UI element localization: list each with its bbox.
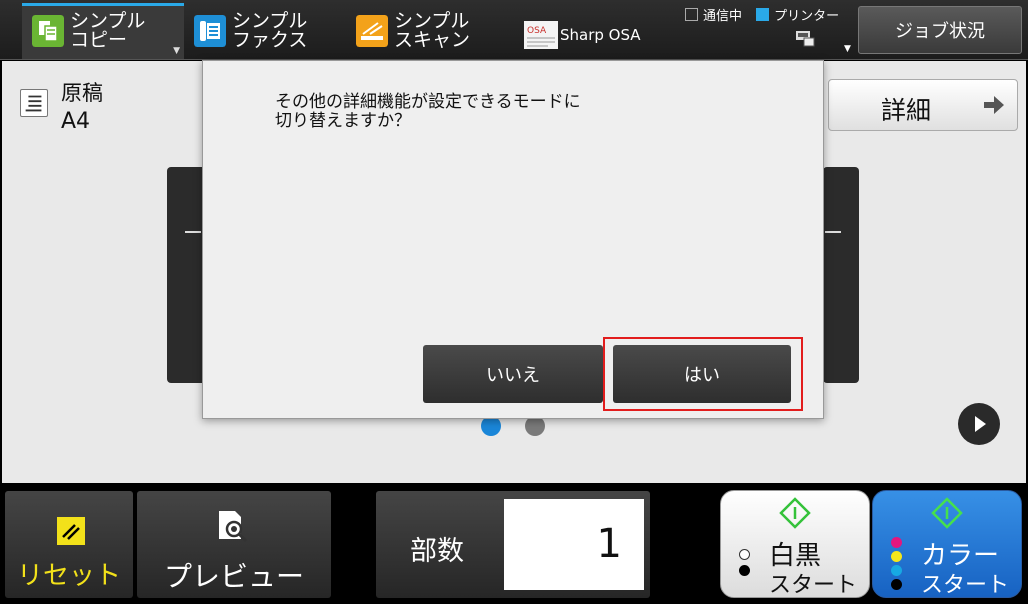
communicating-status: 通信中	[685, 5, 742, 24]
tab-simple-copy-label: シンプル コピー	[70, 10, 146, 51]
communicating-label: 通信中	[703, 9, 743, 24]
tab-simple-scan[interactable]: シンプル スキャン	[346, 3, 508, 59]
copy-icon	[32, 15, 64, 47]
reset-button[interactable]: リセット	[5, 491, 133, 598]
original-size: A4	[61, 109, 91, 134]
color-start-button[interactable]: カラー スタート	[872, 490, 1022, 598]
copies-value: 1	[596, 521, 622, 567]
original-icon[interactable]	[20, 89, 48, 117]
page-dot-active[interactable]	[481, 416, 501, 436]
reset-icon	[57, 517, 85, 545]
color-start-sub: スタート	[921, 573, 1010, 598]
chevron-down-icon[interactable]: ▼	[844, 44, 851, 54]
start-icon	[779, 497, 811, 529]
minus-icon	[825, 231, 841, 233]
copies-control: 部数 1	[376, 491, 650, 598]
start-icon	[931, 497, 963, 529]
status-indicator-on	[756, 8, 770, 21]
confirm-dialog: その他の詳細機能が設定できるモードに 切り替えますか？ いいえ はい	[202, 60, 824, 419]
printer-queue-icon[interactable]	[794, 28, 816, 48]
tab-simple-scan-label: シンプル スキャン	[394, 10, 471, 51]
scan-icon	[356, 15, 388, 47]
tab-simple-fax-label: シンプル ファクス	[232, 10, 308, 51]
bw-start-sub: スタート	[769, 573, 858, 598]
tab-simple-fax[interactable]: シンプル ファクス	[184, 3, 346, 59]
minus-icon	[185, 231, 201, 233]
cyan-dot	[891, 565, 902, 576]
next-page-button[interactable]	[958, 403, 1000, 445]
magenta-dot	[891, 537, 902, 548]
play-icon	[975, 416, 986, 432]
tab-sharp-osa-label: Sharp OSA	[560, 26, 641, 44]
preview-icon	[219, 511, 248, 543]
preview-label: プレビュー	[163, 560, 304, 593]
status-indicator-off	[685, 8, 698, 21]
copies-label: 部数	[410, 536, 464, 567]
highlight-box	[603, 337, 803, 411]
osa-icon: OSA	[524, 21, 558, 49]
reset-label: リセット	[16, 561, 121, 591]
chevron-down-icon: ▼	[173, 46, 180, 56]
detail-button-label: 詳細	[881, 96, 932, 125]
preview-button[interactable]: プレビュー	[137, 491, 331, 598]
arrow-right-icon	[984, 96, 1004, 114]
bottom-bar: リセット プレビュー 部数 1 白黒 スタート カラー スタート	[0, 484, 1028, 604]
original-title: 原稿	[61, 81, 103, 105]
black-dot	[891, 579, 902, 590]
tab-sharp-osa[interactable]: OSA Sharp OSA	[508, 3, 658, 59]
page-dot-inactive[interactable]	[525, 416, 545, 436]
dialog-message: その他の詳細機能が設定できるモードに 切り替えますか？	[275, 92, 581, 131]
white-dot	[739, 549, 750, 560]
job-status-button[interactable]: ジョブ状況	[858, 6, 1022, 54]
top-bar: シンプル コピー ▼ シンプル ファクス シンプル スキャン OSA Sharp…	[0, 0, 1028, 60]
no-button[interactable]: いいえ	[423, 345, 603, 403]
printer-label: プリンター	[774, 9, 840, 24]
yellow-dot	[891, 551, 902, 562]
black-dot	[739, 565, 750, 576]
svg-text:OSA: OSA	[527, 26, 547, 36]
status-area: 通信中 プリンター	[685, 5, 849, 25]
printer-status: プリンター	[756, 5, 839, 24]
detail-button[interactable]: 詳細	[828, 79, 1018, 131]
fax-icon	[194, 15, 226, 47]
left-setting-panel[interactable]	[167, 167, 207, 383]
tab-simple-copy[interactable]: シンプル コピー ▼	[22, 3, 184, 59]
bw-start-button[interactable]: 白黒 スタート	[720, 490, 870, 598]
copies-input[interactable]: 1	[504, 499, 644, 590]
right-setting-panel[interactable]	[823, 167, 859, 383]
